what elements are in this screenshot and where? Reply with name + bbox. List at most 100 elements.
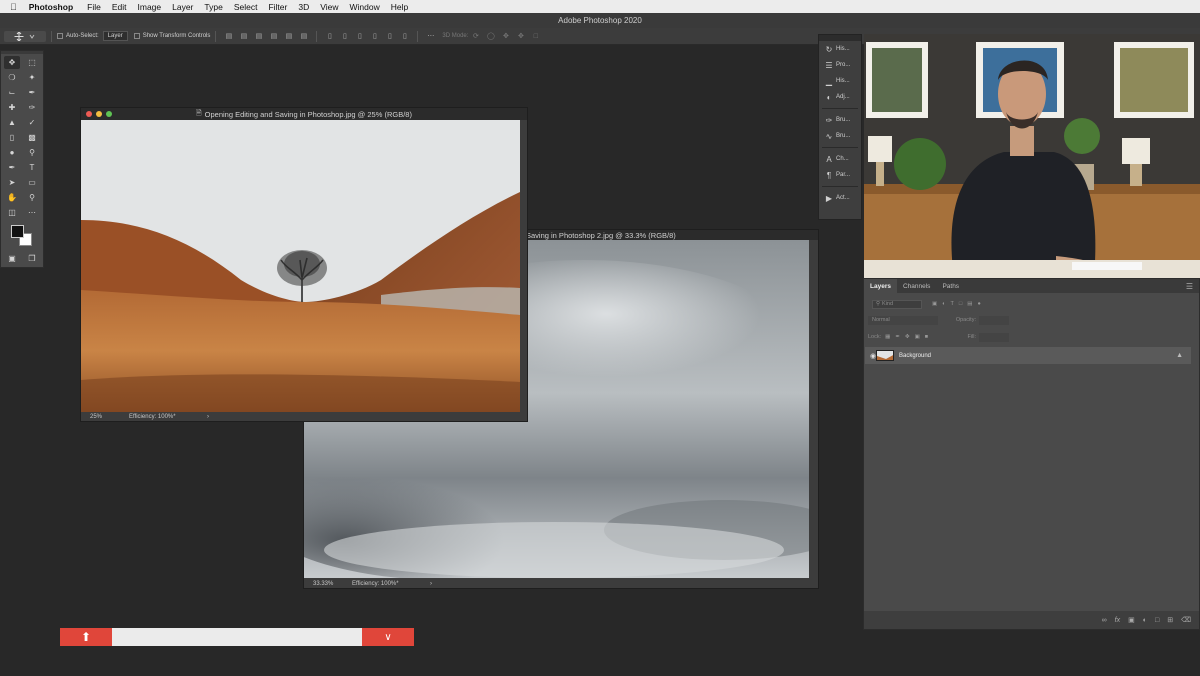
- panel-button-paragraph[interactable]: ¶ Par...: [819, 167, 861, 183]
- 3d-scale-icon[interactable]: □: [531, 32, 540, 41]
- layer-style-icon[interactable]: fx: [1115, 617, 1120, 624]
- menu-view[interactable]: View: [320, 2, 338, 12]
- tool-preset-picker[interactable]: [4, 30, 46, 42]
- 3d-roll-icon[interactable]: ◯: [486, 32, 495, 41]
- pixel-filter-icon[interactable]: ▣: [932, 301, 937, 307]
- panel-button-brushes[interactable]: ✑ Bru...: [819, 112, 861, 128]
- zoom-window-icon[interactable]: [106, 111, 112, 117]
- align-bottom-icon[interactable]: ▤: [254, 32, 263, 41]
- clone-stamp-tool-icon[interactable]: ▲: [4, 116, 20, 129]
- sycamore-gap-image[interactable]: [81, 120, 520, 412]
- more-tools-icon[interactable]: ⋯: [24, 206, 40, 219]
- menu-layer[interactable]: Layer: [172, 2, 193, 12]
- menu-type[interactable]: Type: [204, 2, 222, 12]
- align-hcenter-icon[interactable]: ▤: [284, 32, 293, 41]
- new-group-icon[interactable]: □: [1155, 617, 1159, 624]
- lock-image-icon[interactable]: ✒: [895, 334, 900, 340]
- panel-button-actions[interactable]: ▶ Act...: [819, 190, 861, 206]
- marquee-tool-icon[interactable]: ⬚: [24, 56, 40, 69]
- menu-help[interactable]: Help: [391, 2, 408, 12]
- auto-select-checkbox[interactable]: [57, 33, 63, 39]
- smart-object-filter-icon[interactable]: ▤: [967, 301, 972, 307]
- gradient-tool-icon[interactable]: ▩: [24, 131, 40, 144]
- panel-button-histogram[interactable]: ▁ His...: [819, 73, 861, 89]
- tab-layers[interactable]: Layers: [864, 279, 897, 293]
- opacity-field[interactable]: [979, 315, 1009, 325]
- new-adjustment-layer-icon[interactable]: ◐: [1143, 617, 1147, 624]
- panel-button-character[interactable]: A Ch...: [819, 151, 861, 167]
- close-window-icon[interactable]: [86, 111, 92, 117]
- crop-tool-icon[interactable]: ⌙: [4, 86, 20, 99]
- pen-tool-icon[interactable]: ✒: [4, 161, 20, 174]
- foreground-color-swatch[interactable]: [11, 225, 24, 238]
- menu-edit[interactable]: Edit: [112, 2, 127, 12]
- distribute-bottom-icon[interactable]: ▯: [355, 32, 364, 41]
- menu-app-name[interactable]: Photoshop: [29, 2, 73, 12]
- panel-button-adjustments[interactable]: ◐ Adj...: [819, 89, 861, 105]
- hand-tool-icon[interactable]: ✋: [4, 191, 20, 204]
- add-mask-icon[interactable]: ▣: [1128, 616, 1135, 624]
- blend-mode-dropdown[interactable]: Normal: [868, 315, 938, 325]
- move-tool-icon[interactable]: ✥: [4, 56, 20, 69]
- document-2-zoom[interactable]: 33.33%: [304, 581, 352, 587]
- fill-field[interactable]: [979, 332, 1009, 342]
- distribute-left-icon[interactable]: ▯: [370, 32, 379, 41]
- menu-select[interactable]: Select: [234, 2, 258, 12]
- panel-menu-icon[interactable]: ☰: [1186, 282, 1193, 291]
- tab-paths[interactable]: Paths: [936, 279, 965, 293]
- distribute-vcenter-icon[interactable]: ▯: [340, 32, 349, 41]
- screen-mode-icon[interactable]: ❐: [24, 252, 40, 265]
- healing-brush-tool-icon[interactable]: ✚: [4, 101, 20, 114]
- filter-toggle-icon[interactable]: ●: [977, 301, 980, 307]
- apple-menu-icon[interactable]: : [10, 2, 17, 12]
- 3d-slide-icon[interactable]: ✥: [516, 32, 525, 41]
- magic-wand-tool-icon[interactable]: ✦: [24, 71, 40, 84]
- brush-tool-icon[interactable]: ✑: [24, 101, 40, 114]
- more-options-icon[interactable]: ⋯: [426, 32, 435, 41]
- new-layer-icon[interactable]: ⊞: [1167, 616, 1173, 624]
- adjustment-filter-icon[interactable]: ◐: [942, 301, 945, 307]
- lasso-tool-icon[interactable]: ❍: [4, 71, 20, 84]
- quick-mask-icon[interactable]: ▣: [4, 252, 20, 265]
- panel-button-brush-settings[interactable]: ∿ Bru...: [819, 128, 861, 144]
- lock-transparent-icon[interactable]: ▦: [885, 334, 890, 340]
- zoom-tool-icon[interactable]: ⚲: [24, 191, 40, 204]
- path-selection-tool-icon[interactable]: ➤: [4, 176, 20, 189]
- visibility-eye-icon[interactable]: ◉: [870, 352, 876, 360]
- rectangle-tool-icon[interactable]: ▭: [24, 176, 40, 189]
- layer-row-background[interactable]: ◉ Background ▲: [865, 347, 1191, 364]
- type-filter-icon[interactable]: T: [951, 301, 954, 307]
- document-1-status-arrow[interactable]: ›: [207, 414, 209, 420]
- document-1-title-bar[interactable]: 🗎 Opening Editing and Saving in Photosho…: [81, 108, 527, 120]
- auto-select-dropdown[interactable]: Layer: [102, 31, 128, 41]
- transform-controls-checkbox[interactable]: [133, 33, 140, 39]
- document-window-1[interactable]: 🗎 Opening Editing and Saving in Photosho…: [80, 107, 528, 422]
- align-top-icon[interactable]: ▤: [224, 32, 233, 41]
- shape-filter-icon[interactable]: □: [959, 301, 962, 307]
- banner-right-block[interactable]: ∨: [362, 628, 414, 646]
- menu-image[interactable]: Image: [138, 2, 162, 12]
- menu-filter[interactable]: Filter: [268, 2, 287, 12]
- align-right-icon[interactable]: ▤: [299, 32, 308, 41]
- menu-window[interactable]: Window: [350, 2, 380, 12]
- document-1-zoom[interactable]: 25%: [81, 414, 129, 420]
- distribute-right-icon[interactable]: ▯: [400, 32, 409, 41]
- minimize-window-icon[interactable]: [96, 111, 102, 117]
- layer-kind-filter[interactable]: ⚲ Kind: [872, 299, 922, 309]
- edit-toolbar-icon[interactable]: ◫: [4, 206, 20, 219]
- align-vcenter-icon[interactable]: ▤: [239, 32, 248, 41]
- tab-channels[interactable]: Channels: [897, 279, 936, 293]
- delete-layer-icon[interactable]: ⌫: [1181, 616, 1191, 624]
- document-2-status-arrow[interactable]: ›: [430, 581, 432, 587]
- blur-tool-icon[interactable]: ●: [4, 146, 20, 159]
- eyedropper-tool-icon[interactable]: ✒: [24, 86, 40, 99]
- panel-button-properties[interactable]: ☰ Pro...: [819, 57, 861, 73]
- align-left-icon[interactable]: ▤: [269, 32, 278, 41]
- 3d-pan-icon[interactable]: ✥: [501, 32, 510, 41]
- distribute-top-icon[interactable]: ▯: [325, 32, 334, 41]
- tools-panel-grip[interactable]: [1, 51, 43, 54]
- eraser-tool-icon[interactable]: ▯: [4, 131, 20, 144]
- distribute-hcenter-icon[interactable]: ▯: [385, 32, 394, 41]
- lock-artboard-icon[interactable]: ▣: [915, 334, 920, 340]
- history-brush-tool-icon[interactable]: ✓: [24, 116, 40, 129]
